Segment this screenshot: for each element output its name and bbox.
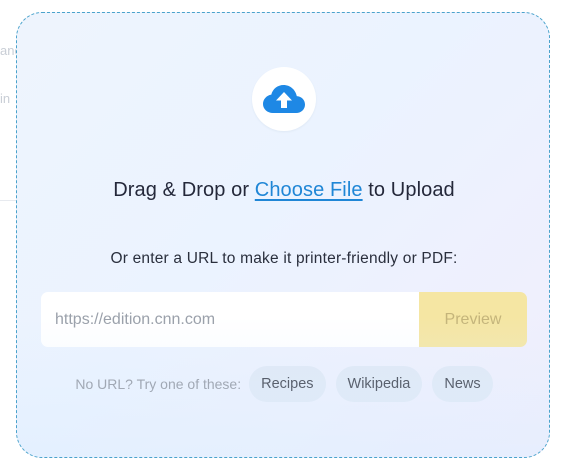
- background-text-fragment: in: [0, 91, 11, 106]
- headline-suffix: to Upload: [362, 179, 455, 201]
- headline-prefix: Drag & Drop or: [113, 179, 255, 201]
- upload-dropzone[interactable]: Drag & Drop or Choose File to Upload Or …: [16, 12, 550, 458]
- example-urls: No URL? Try one of these: Recipes Wikipe…: [17, 366, 549, 402]
- examples-label: No URL? Try one of these:: [75, 376, 242, 392]
- upload-icon-circle[interactable]: [252, 67, 316, 131]
- url-prompt: Or enter a URL to make it printer-friend…: [110, 250, 458, 267]
- url-input[interactable]: [41, 292, 419, 347]
- example-pill-wikipedia[interactable]: Wikipedia: [335, 366, 423, 402]
- preview-button[interactable]: Preview: [419, 292, 527, 347]
- upload-headline: Drag & Drop or Choose File to Upload: [17, 179, 549, 202]
- choose-file-link[interactable]: Choose File: [255, 179, 363, 201]
- page: ance. in Drag & Drop or Choose File to U…: [0, 0, 564, 465]
- url-form: Preview: [41, 292, 527, 347]
- example-pill-news[interactable]: News: [432, 366, 493, 402]
- example-pill-recipes[interactable]: Recipes: [249, 366, 326, 402]
- cloud-upload-icon: [263, 85, 305, 113]
